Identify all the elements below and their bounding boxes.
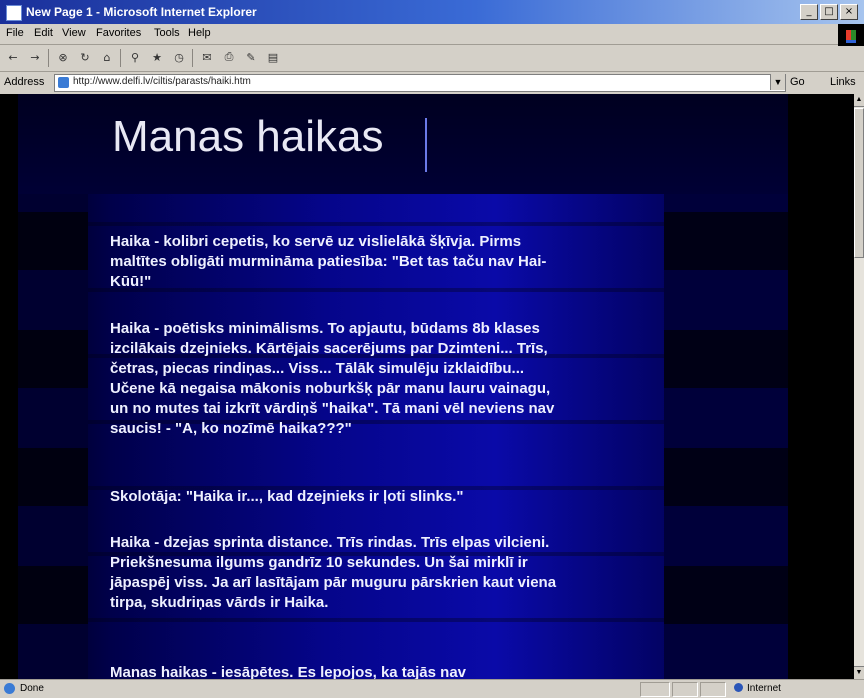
favorites-icon[interactable]: ★ <box>148 49 166 65</box>
address-input[interactable]: http://www.delfi.lv/ciltis/parasts/haiki… <box>54 74 786 92</box>
paragraph-1: Haika - kolibri cepetis, ko servē uz vis… <box>110 233 547 290</box>
security-zone: Internet <box>734 683 781 694</box>
home-icon[interactable]: ⌂ <box>98 49 116 65</box>
windows-flag-icon <box>846 30 856 43</box>
search-icon[interactable]: ⚲ <box>126 49 144 65</box>
window-controls: _ □ × <box>800 4 858 20</box>
status-cell <box>700 682 726 697</box>
text-caret <box>425 118 427 172</box>
menu-tools[interactable]: Tools <box>154 27 180 39</box>
page-content: Manas haikas Haika - kolibri cepetis, ko… <box>0 94 854 679</box>
zone-label: Internet <box>747 683 781 694</box>
window-title-bar[interactable]: New Page 1 - Microsoft Internet Explorer… <box>0 0 864 24</box>
menu-file[interactable]: File <box>6 27 24 39</box>
address-bar: Address http://www.delfi.lv/ciltis/paras… <box>0 72 864 94</box>
ie-status-icon <box>4 683 15 694</box>
window-title: New Page 1 - Microsoft Internet Explorer <box>26 5 257 19</box>
chevron-down-icon[interactable]: ▼ <box>770 74 785 90</box>
paragraph-5: Manas haikas - iesāpētes. Es lepojos, ka… <box>110 664 467 679</box>
links-button[interactable]: Links <box>830 76 856 88</box>
ie-page-icon <box>6 5 22 21</box>
vertical-scrollbar[interactable]: ▲ ▼ <box>854 94 864 679</box>
toolbar-separator <box>192 49 193 67</box>
status-cell <box>672 682 698 697</box>
windows-logo-icon <box>838 24 864 46</box>
refresh-icon[interactable]: ↻ <box>76 49 94 65</box>
stop-icon[interactable]: ⊗ <box>54 49 72 65</box>
scroll-up-icon[interactable]: ▲ <box>854 94 864 107</box>
page-icon <box>58 77 69 88</box>
minimize-button[interactable]: _ <box>800 4 818 20</box>
scroll-thumb[interactable] <box>854 108 864 258</box>
forward-icon[interactable]: → <box>26 49 44 65</box>
address-label: Address <box>4 76 45 88</box>
status-bar: Done Internet <box>0 679 864 698</box>
paragraph-3: Skolotāja: "Haika ir..., kad dzejnieks i… <box>110 488 464 505</box>
discuss-icon[interactable]: ▤ <box>264 49 282 65</box>
menu-help[interactable]: Help <box>188 27 211 39</box>
scroll-down-icon[interactable]: ▼ <box>854 666 864 679</box>
address-url[interactable]: http://www.delfi.lv/ciltis/parasts/haiki… <box>73 76 251 87</box>
status-text: Done <box>20 683 44 694</box>
maximize-button[interactable]: □ <box>820 4 838 20</box>
page-title: Manas haikas <box>112 112 384 161</box>
status-cell <box>640 682 670 697</box>
menu-bar: File Edit View Favorites Tools Help <box>0 24 864 45</box>
mail-icon[interactable]: ✉ <box>198 49 216 65</box>
go-button[interactable]: Go <box>790 76 805 88</box>
standard-toolbar: ← → ⊗ ↻ ⌂ ⚲ ★ ◷ ✉ ⎙ ✎ ▤ <box>0 45 864 72</box>
paragraph-4: Haika - dzejas sprinta distance. Trīs ri… <box>110 534 557 611</box>
paragraph-2: Haika - poētisks minimālisms. To apjautu… <box>110 320 555 437</box>
menu-edit[interactable]: Edit <box>34 27 53 39</box>
menu-view[interactable]: View <box>62 27 86 39</box>
edit-icon[interactable]: ✎ <box>242 49 260 65</box>
close-button[interactable]: × <box>840 4 858 20</box>
menu-favorites[interactable]: Favorites <box>96 27 141 39</box>
history-icon[interactable]: ◷ <box>170 49 188 65</box>
print-icon[interactable]: ⎙ <box>220 49 238 65</box>
toolbar-separator <box>120 49 121 67</box>
back-icon[interactable]: ← <box>4 49 22 65</box>
globe-icon <box>734 683 743 692</box>
toolbar-separator <box>48 49 49 67</box>
